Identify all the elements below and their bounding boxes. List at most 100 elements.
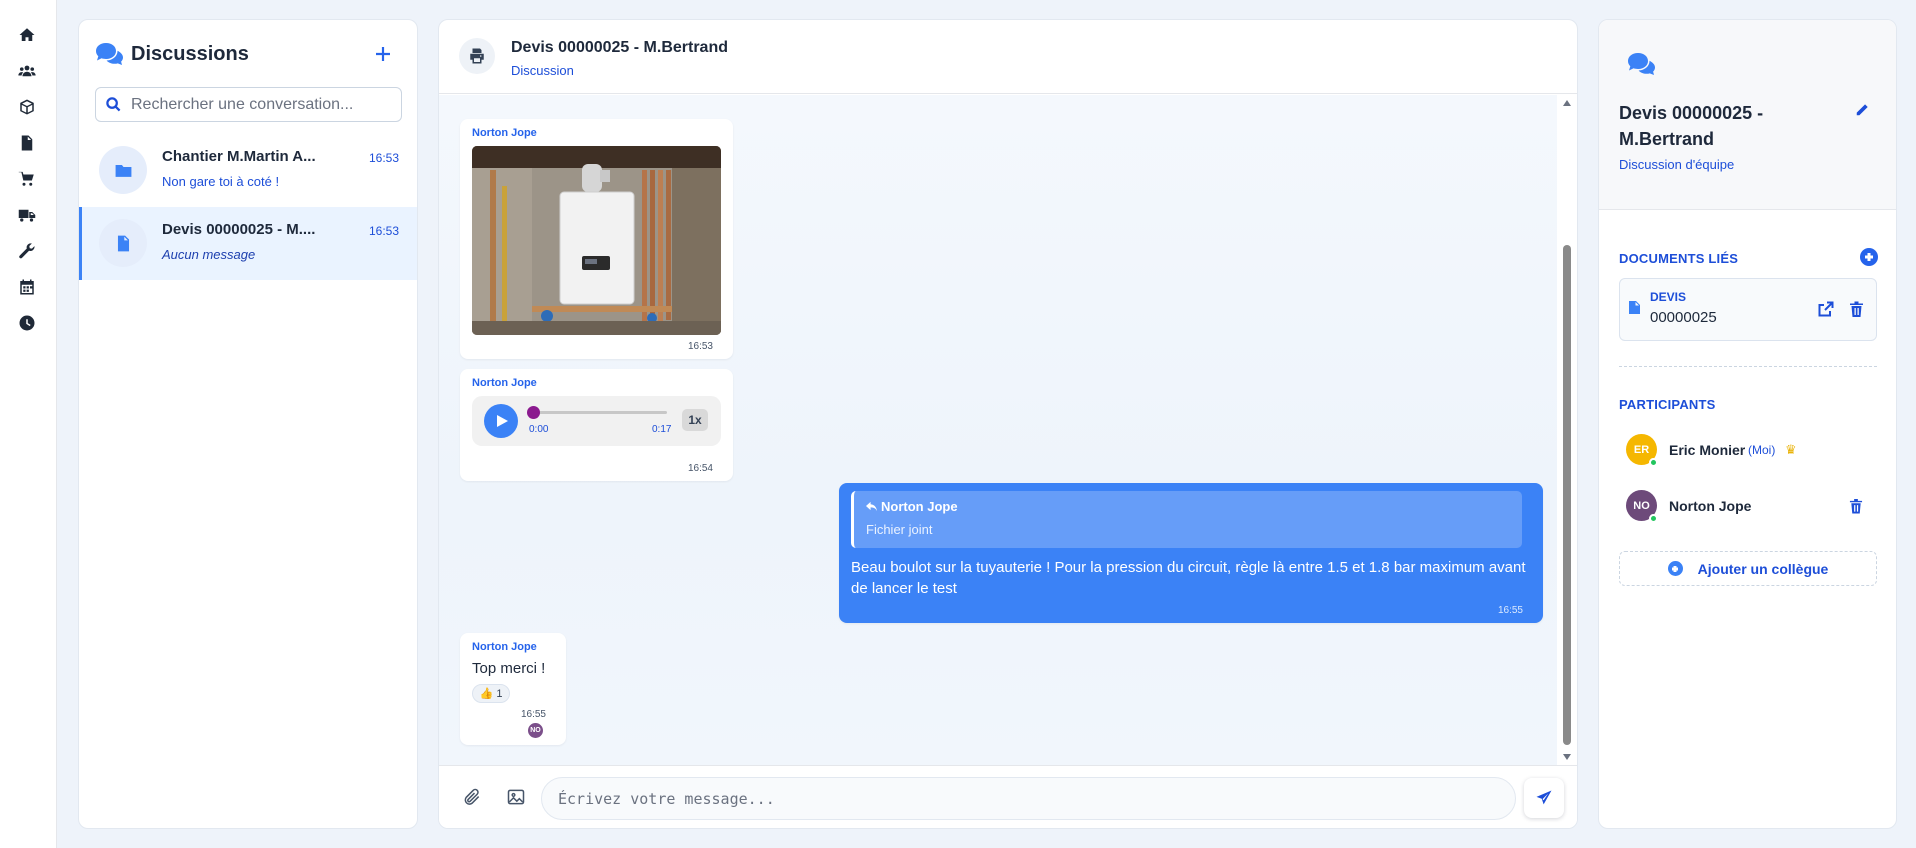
remove-participant-button[interactable] [1847,497,1865,515]
participant-row: ER Eric Monier (Moi) ♛ [1619,430,1877,470]
plus-icon [1865,253,1873,261]
pencil-icon [1856,104,1868,116]
nav-wrench[interactable] [15,239,39,263]
conversation-item-active[interactable]: Devis 00000025 - M.... 16:53 Aucun messa… [79,207,417,280]
online-status-dot [1649,458,1658,467]
playback-speed-button[interactable]: 1x [682,409,708,431]
external-link-icon [1818,301,1834,317]
participant-name: Norton Jope [1669,498,1752,514]
open-document-button[interactable] [1816,299,1836,319]
attach-file-button[interactable] [461,786,483,808]
scroll-down-arrow[interactable] [1563,754,1571,760]
participants-label: PARTICIPANTS [1619,397,1716,412]
message-time: 16:53 [687,341,713,352]
conversation-list-header: Discussions [95,42,249,66]
conversation-time: 16:53 [368,151,399,165]
conversation-list-panel: Discussions Chantier M.Martin A... 16:53… [78,19,418,829]
clock-icon [19,315,35,331]
details-header: Devis 00000025 - M.Bertrand Discussion d… [1599,20,1896,210]
message-list: Norton Jope 16:53 Norton Jope 0:00 0:17 … [439,95,1559,765]
audio-seek-handle[interactable] [527,406,540,419]
nav-truck[interactable] [15,203,39,227]
search-icon [106,97,121,112]
section-divider [1619,366,1877,367]
plus-icon [376,47,390,61]
document-icon [117,235,129,251]
read-receipt-avatar: NO [528,723,543,738]
nav-clock[interactable] [15,311,39,335]
paperclip-icon [464,788,480,805]
chat-title: Devis 00000025 - M.Bertrand [511,39,728,56]
conversation-search [95,87,402,122]
home-icon [19,28,35,41]
audio-current-time: 0:00 [529,424,549,435]
nav-users[interactable] [15,59,39,83]
details-subtitle: Discussion d'équipe [1619,157,1735,172]
box-icon [20,99,34,115]
audio-duration: 0:17 [652,424,672,435]
message-input[interactable] [541,777,1516,820]
send-icon [1536,790,1552,805]
cart-icon [18,171,34,186]
new-conversation-button[interactable] [371,42,395,66]
add-colleague-button[interactable]: Ajouter un collègue [1619,551,1877,586]
play-icon [497,415,508,427]
truck-icon [18,209,36,222]
message-time: 16:55 [520,709,546,720]
participant-row: NO Norton Jope [1619,486,1877,526]
conversation-name: Chantier M.Martin A... [162,148,316,165]
add-document-button[interactable] [1860,248,1878,266]
message-scrollbar[interactable] [1557,95,1577,765]
message-audio: Norton Jope 0:00 0:17 1x 16:54 [460,369,733,481]
audio-player: 0:00 0:17 1x [472,396,721,446]
comments-icon [96,43,123,65]
nav-home[interactable] [15,23,39,47]
conversation-item[interactable]: Chantier M.Martin A... 16:53 Non gare to… [79,134,417,207]
chat-panel: Devis 00000025 - M.Bertrand Discussion N… [438,19,1578,829]
boiler-photo-image [472,146,721,335]
wrench-icon [19,243,35,259]
add-colleague-label: Ajouter un collègue [1697,560,1829,577]
conversation-list-title: Discussions [131,42,249,65]
send-button[interactable] [1524,778,1564,818]
trash-icon [1849,499,1863,514]
nav-calendar[interactable] [15,275,39,299]
document-icon [1629,301,1640,314]
reply-quote-author-name: Norton Jope [881,499,958,514]
image-icon [507,789,525,805]
scroll-up-arrow[interactable] [1563,100,1571,106]
reply-quote[interactable]: Norton Jope Fichier joint [851,491,1522,548]
scroll-thumb[interactable] [1563,245,1571,745]
search-input[interactable] [131,95,391,114]
unlink-document-button[interactable] [1846,299,1866,319]
conversation-name: Devis 00000025 - M.... [162,221,316,238]
play-button[interactable] [484,404,518,438]
conversation-preview: Aucun message [162,247,256,262]
message-image: Norton Jope 16:53 [460,119,733,359]
attach-image-button[interactable] [505,786,527,808]
conversation-details-panel: Devis 00000025 - M.Bertrand Discussion d… [1598,19,1897,829]
chat-header-avatar [459,38,495,74]
conversation-avatar [99,219,147,267]
boiler-photo[interactable] [472,146,721,335]
nav-box[interactable] [15,95,39,119]
linked-documents-label: DOCUMENTS LIÉS [1619,251,1739,266]
nav-documents[interactable] [15,131,39,155]
conversation-time: 16:53 [368,224,399,238]
message-composer [439,765,1577,828]
nav-cart[interactable] [15,167,39,191]
details-title: Devis 00000025 - M.Bertrand [1619,103,1764,149]
crown-icon: ♛ [1785,442,1797,457]
users-icon [18,65,36,77]
comments-icon [1628,53,1655,75]
printer-icon [470,48,484,64]
message-text: Top merci ! [472,660,546,677]
plus-circle-icon [1667,561,1683,576]
participant-self-tag: (Moi) [1748,443,1776,457]
audio-seek-bar[interactable] [529,411,667,414]
message-author: Norton Jope [472,377,537,389]
document-number: 00000025 [1650,309,1717,326]
edit-conversation-button[interactable] [1852,100,1872,120]
message-text-bubble: Norton Jope Top merci ! 👍 1 16:55 NO [460,633,566,745]
reaction-chip[interactable]: 👍 1 [472,684,510,703]
